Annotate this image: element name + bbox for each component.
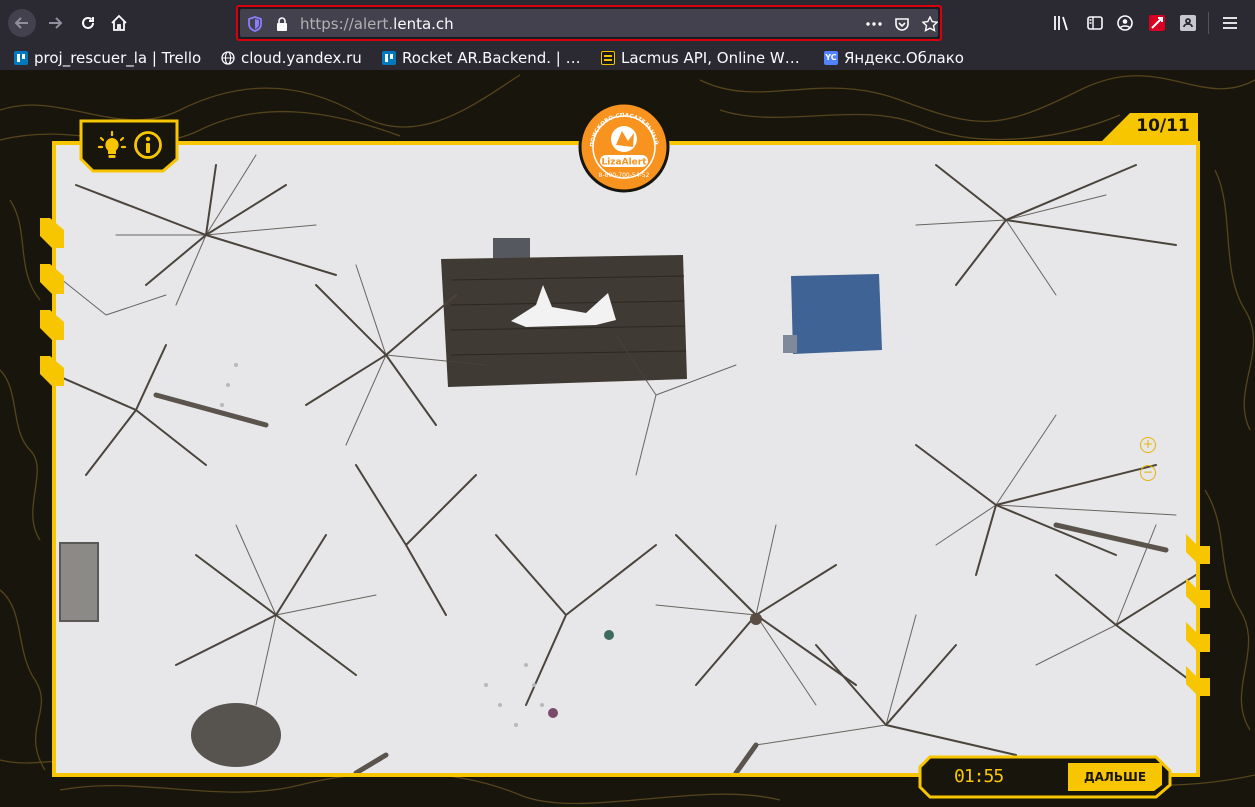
yandex-cloud-icon: YC [824,51,838,65]
url-bar[interactable]: https://alert.lenta.ch [236,5,942,41]
counter-tab: 10/11 [1100,111,1200,143]
tools-panel [79,119,179,173]
home-icon [111,14,127,31]
bookmark-label: Яндекс.Облако [844,49,964,67]
library-button[interactable] [1051,12,1073,34]
menu-button[interactable] [1219,12,1241,34]
lightbulb-icon[interactable] [97,130,127,160]
url-domain: lenta.ch [393,15,454,33]
globe-icon [221,51,235,65]
bookmarks-bar: proj_rescuer_la | Trello cloud.yandex.ru… [0,46,1255,70]
lacmus-icon [601,51,615,65]
hamburger-menu-icon [1223,17,1237,29]
bookmark-yandex-oblako[interactable]: YC Яндекс.Облако [824,47,964,69]
extension-button[interactable] [1146,12,1168,34]
lizaalert-logo: ПОИСКОВО-СПАСАТЕЛЬНЫЙ ОТРЯД LizaAlert 8-… [576,97,670,193]
arrow-right-icon [49,17,63,29]
sidebar-button[interactable] [1084,12,1106,34]
lock-icon[interactable] [276,17,288,31]
arrow-left-icon [14,17,28,29]
trello-icon [382,51,396,65]
extension-icon-2 [1180,15,1196,31]
game-area: 10/11 ПОИСКОВО-СПАСАТЕЛЬНЫЙ ОТРЯД LizaAl… [0,70,1255,807]
hazard-stripes-right [1186,534,1210,696]
bookmark-label: cloud.yandex.ru [241,49,362,67]
bookmark-label: Lacmus API, Online W… [621,49,800,67]
logo-phone: 8-800-700-54-52 [599,172,650,179]
reload-icon [82,16,94,29]
logo-brand: LizaAlert [601,158,647,168]
bookmark-star-icon[interactable] [922,16,938,32]
aerial-snow-scene [56,145,1196,773]
url-protocol: https://alert. [300,15,394,33]
library-icon [1054,16,1068,31]
hazard-stripes-left [40,218,64,386]
extension-icon [1149,15,1165,31]
next-button[interactable]: ДАЛЬШЕ [1068,763,1162,791]
account-icon [1117,15,1133,31]
bookmark-cloud-yandex[interactable]: cloud.yandex.ru [221,47,362,69]
aerial-photo[interactable] [56,145,1196,773]
bookmark-label: Rocket AR.Backend. | … [402,49,581,67]
progress-counter: 10/11 [1136,116,1190,136]
browser-toolbar: https://alert.lenta.ch [0,0,1255,46]
extension-button-2[interactable] [1177,12,1199,34]
toolbar-separator [1208,12,1209,34]
account-button[interactable] [1114,12,1136,34]
bottom-panel: 01:55 ДАЛЬШЕ [918,755,1172,799]
page-actions-icon[interactable] [866,22,882,26]
reload-button[interactable] [75,10,101,36]
zoom-in-button[interactable]: + [1140,437,1156,453]
info-icon[interactable] [133,130,163,160]
back-button[interactable] [8,9,36,37]
zoom-out-button[interactable]: − [1140,465,1156,481]
trello-icon [14,51,28,65]
bookmark-trello[interactable]: proj_rescuer_la | Trello [14,47,201,69]
tools-panel-shape [79,119,179,173]
timer: 01:55 [954,766,1004,787]
sidebar-icon [1087,16,1103,30]
bookmark-label: proj_rescuer_la | Trello [34,49,202,67]
bookmark-lacmus[interactable]: Lacmus API, Online W… [601,47,800,69]
lizaalert-logo-badge: ПОИСКОВО-СПАСАТЕЛЬНЫЙ ОТРЯД LizaAlert 8-… [576,97,670,193]
pocket-icon[interactable] [894,16,910,32]
forward-button[interactable] [42,10,68,36]
tracking-shield-icon[interactable] [248,16,262,32]
url-bar-field[interactable]: https://alert.lenta.ch [240,9,938,37]
url-text[interactable]: https://alert.lenta.ch [300,15,454,33]
bookmark-rocket-ar[interactable]: Rocket AR.Backend. | … [382,47,581,69]
home-button[interactable] [106,10,132,36]
